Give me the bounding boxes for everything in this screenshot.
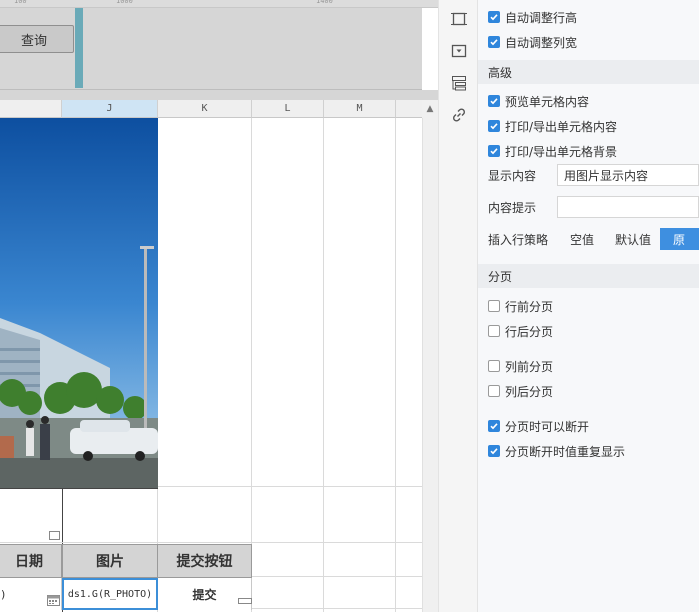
checkbox-unchecked-icon[interactable] [488, 325, 500, 337]
col-after-break-label: 列后分页 [505, 384, 554, 399]
can-break-option[interactable]: 分页时可以断开 [488, 416, 589, 436]
scroll-up-arrow[interactable]: ▲ [422, 100, 438, 118]
checkbox-checked-icon[interactable] [488, 11, 500, 23]
can-break-label: 分页时可以断开 [505, 419, 590, 434]
cell-photo-formula[interactable]: ds1.G(R_PHOTO) [62, 578, 158, 610]
row-before-break-label: 行前分页 [505, 299, 554, 314]
column-header-i[interactable] [0, 100, 62, 118]
ruler-mark: 1400 [316, 0, 333, 5]
row-after-break-option[interactable]: 行后分页 [488, 321, 553, 341]
frame-icon[interactable] [450, 10, 468, 28]
checkbox-checked-icon[interactable] [488, 145, 500, 157]
top-ruler: 100 1000 1400 [0, 0, 438, 8]
cell-widget-icon [49, 531, 60, 540]
checkbox-unchecked-icon[interactable] [488, 385, 500, 397]
auto-col-width-option[interactable]: 自动调整列宽 [488, 32, 577, 52]
checkbox-checked-icon[interactable] [488, 445, 500, 457]
column-header-l[interactable]: L [252, 100, 324, 118]
header-cell-submit[interactable]: 提交按钮 [157, 544, 252, 578]
column-header-k[interactable]: K [158, 100, 252, 118]
display-content-label: 显示内容 [488, 168, 537, 183]
column-header-n[interactable] [396, 100, 422, 118]
column-header-j[interactable]: J [62, 100, 158, 118]
insert-policy-default[interactable]: 默认值 [606, 228, 660, 250]
col-before-break-label: 列前分页 [505, 359, 554, 374]
repeat-value-option[interactable]: 分页断开时值重复显示 [488, 441, 625, 461]
vertical-scrollbar[interactable] [422, 118, 438, 612]
print-cell-label: 打印/导出单元格内容 [505, 119, 618, 134]
list-layout-icon[interactable] [450, 74, 468, 92]
checkbox-unchecked-icon[interactable] [488, 300, 500, 312]
content-hint-input[interactable] [557, 196, 699, 218]
row-before-break-option[interactable]: 行前分页 [488, 296, 553, 316]
dropdown-box-icon[interactable] [450, 42, 468, 60]
advanced-section-header: 高级 [478, 60, 699, 84]
auto-col-width-label: 自动调整列宽 [505, 35, 578, 50]
col-before-break-option[interactable]: 列前分页 [488, 356, 553, 376]
col-after-break-option[interactable]: 列后分页 [488, 381, 553, 401]
column-header-m[interactable]: M [324, 100, 396, 118]
checkbox-checked-icon[interactable] [488, 95, 500, 107]
report-designer: 100 1000 1400 查询 J K L M ▲ 日期 图片 提交按钮) … [0, 0, 699, 612]
repeat-value-label: 分页断开时值重复显示 [505, 444, 626, 459]
cell-properties-panel: 自动调整行高 自动调整列宽 高级 预览单元格内容 打印/导出单元格内容 打印/导… [478, 0, 699, 612]
auto-row-height-option[interactable]: 自动调整行高 [488, 7, 577, 27]
checkbox-checked-icon[interactable] [488, 420, 500, 432]
print-background-option[interactable]: 打印/导出单元格背景 [488, 141, 617, 161]
pagination-section-header: 分页 [478, 264, 699, 288]
checkbox-checked-icon[interactable] [488, 36, 500, 48]
property-tab-strip [438, 0, 478, 612]
cell-submit-button[interactable]: 提交 [158, 578, 252, 610]
link-icon[interactable] [450, 106, 468, 124]
row-after-break-label: 行后分页 [505, 324, 554, 339]
ruler-mark: 1000 [116, 0, 133, 5]
preview-cell-option[interactable]: 预览单元格内容 [488, 91, 589, 111]
insert-policy-label: 插入行策略 [488, 232, 549, 247]
print-background-label: 打印/导出单元格背景 [505, 144, 618, 159]
ruler-mark: 100 [14, 0, 27, 5]
auto-row-height-label: 自动调整行高 [505, 10, 578, 25]
insert-policy-null[interactable]: 空值 [562, 228, 602, 250]
button-widget-icon [238, 598, 252, 604]
parameter-pane-divider[interactable] [75, 8, 83, 88]
canvas-gap [0, 90, 438, 100]
photo-preview-image [0, 118, 158, 488]
query-button[interactable]: 查询 [0, 25, 74, 53]
preview-cell-label: 预览单元格内容 [505, 94, 590, 109]
content-hint-label: 内容提示 [488, 200, 537, 215]
checkbox-unchecked-icon[interactable] [488, 360, 500, 372]
insert-policy-original[interactable]: 原 [660, 228, 699, 250]
header-cell-photo[interactable]: 图片 [62, 544, 158, 578]
header-cell-date[interactable]: 日期 [0, 544, 62, 578]
calendar-icon [47, 594, 60, 606]
display-content-select[interactable]: 用图片显示内容 [557, 164, 699, 186]
print-cell-option[interactable]: 打印/导出单元格内容 [488, 116, 617, 136]
checkbox-checked-icon[interactable] [488, 120, 500, 132]
